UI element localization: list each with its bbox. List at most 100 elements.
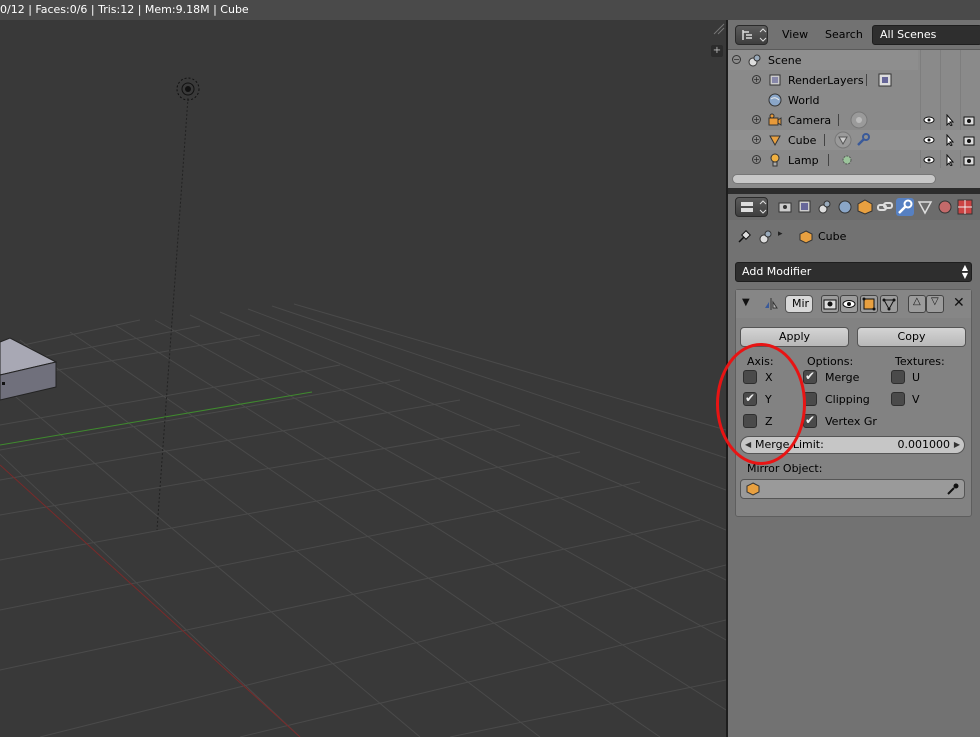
texture-v-checkbox[interactable] (891, 392, 905, 406)
tab-render[interactable] (776, 198, 794, 216)
outliner-row-lamp[interactable]: + Lamp (728, 150, 980, 170)
camera-data-icon[interactable] (850, 111, 868, 129)
area-split-handle-icon[interactable] (712, 22, 726, 36)
tab-object[interactable] (856, 198, 874, 216)
outliner-row-renderlayers[interactable]: + RenderLayers (728, 70, 980, 90)
select-cursor-icon[interactable] (944, 154, 956, 166)
texture-v-label: V (912, 393, 920, 406)
render-camera-icon[interactable] (963, 114, 975, 126)
y-axis-line (0, 391, 313, 446)
close-icon[interactable]: ✕ (953, 295, 965, 311)
3d-viewport[interactable]: + (0, 20, 726, 737)
display-mode-select[interactable]: All Scenes (872, 25, 980, 45)
wrench-modifier-icon[interactable] (856, 133, 870, 147)
expand-icon[interactable]: + (752, 155, 761, 164)
pin-icon[interactable] (736, 229, 752, 245)
outliner-icon (742, 28, 767, 42)
properties-editor: ▸ Cube Add Modifier ▲ ▼ ▼ Mir △ ▽ ✕ Apply (728, 194, 980, 737)
mesh-data-icon[interactable] (834, 131, 852, 149)
editor-type-button[interactable] (735, 25, 768, 45)
merge-label: Merge (825, 371, 860, 384)
arrow-down-icon: ▽ (931, 296, 939, 307)
tab-scene[interactable] (816, 198, 834, 216)
constraints-tab-icon (877, 202, 893, 211)
add-modifier-dropdown[interactable]: Add Modifier ▲ ▼ (735, 262, 972, 282)
world-icon (768, 93, 782, 107)
tab-world[interactable] (836, 198, 854, 216)
render-camera-icon[interactable] (963, 154, 975, 166)
arrow-up-icon: △ (913, 296, 921, 307)
outliner: View Search All Scenes − Scene + RenderL… (728, 20, 980, 188)
eyedropper-icon[interactable] (946, 482, 960, 496)
scene-icon (759, 230, 772, 244)
mirror-object-field[interactable] (740, 479, 965, 499)
render-layer-icon[interactable] (878, 73, 892, 87)
textures-heading: Textures: (895, 355, 945, 368)
tab-render-layers[interactable] (796, 198, 814, 216)
lamp-icon (176, 77, 200, 101)
lamp-object-icon (770, 153, 780, 167)
render-camera-icon[interactable] (963, 134, 975, 146)
visibility-eye-icon[interactable] (923, 134, 935, 146)
object-icon (799, 230, 813, 244)
outliner-row-world[interactable]: World (728, 90, 980, 110)
breadcrumb: ▸ Cube (728, 226, 980, 248)
viewport-expand-icon[interactable]: + (711, 45, 723, 57)
tab-texture[interactable] (956, 198, 974, 216)
cage-toggle[interactable] (880, 295, 898, 313)
expand-icon[interactable]: + (752, 135, 761, 144)
search-menu[interactable]: Search (825, 28, 863, 41)
properties-icon (741, 200, 767, 214)
outliner-label: Scene (768, 54, 802, 67)
move-down-button[interactable]: ▽ (926, 295, 944, 313)
breadcrumb-object: Cube (818, 230, 847, 243)
view-menu[interactable]: View (782, 28, 808, 41)
collapse-triangle-icon[interactable]: ▼ (742, 297, 750, 308)
floor-grid (0, 303, 726, 737)
add-modifier-label: Add Modifier (742, 265, 812, 278)
outliner-row-cube[interactable]: + Cube (728, 130, 980, 150)
modifier-name-field[interactable]: Mir (785, 295, 813, 313)
increment-arrow-icon[interactable]: ▶ (954, 437, 960, 453)
lamp-data-icon[interactable] (840, 153, 854, 167)
viewport-grid (0, 77, 726, 737)
scene-icon (748, 54, 761, 67)
editor-type-button[interactable] (735, 197, 768, 217)
mesh-object-icon (769, 135, 781, 147)
tab-modifiers[interactable] (896, 198, 914, 216)
select-cursor-icon[interactable] (944, 134, 956, 146)
editmode-toggle[interactable] (860, 295, 878, 313)
wrench-tab-icon (898, 199, 913, 214)
editmode-icon (862, 297, 876, 311)
expand-icon[interactable]: + (752, 75, 761, 84)
outliner-row-scene[interactable]: − Scene (728, 50, 918, 70)
outliner-label: Lamp (788, 154, 819, 167)
move-up-button[interactable]: △ (908, 295, 926, 313)
vertex-cage-icon (882, 298, 896, 311)
visibility-eye-icon[interactable] (923, 114, 935, 126)
mesh-data-tab-icon (917, 201, 933, 215)
modifier-header: ▼ Mir △ ▽ ✕ (736, 290, 971, 318)
outliner-label: World (788, 94, 820, 107)
object-tab-icon (857, 199, 873, 215)
scene-tab-icon (818, 200, 831, 214)
clipping-label: Clipping (825, 393, 870, 406)
mirror-modifier-icon (765, 298, 778, 310)
render-toggle[interactable] (821, 295, 839, 313)
expand-icon[interactable]: + (752, 115, 761, 124)
tab-data[interactable] (916, 198, 934, 216)
visibility-eye-icon[interactable] (923, 154, 935, 166)
tab-constraints[interactable] (876, 198, 894, 216)
viewport-toggle[interactable] (840, 295, 858, 313)
material-tab-icon (938, 200, 952, 214)
outliner-scrollbar[interactable] (732, 174, 936, 184)
breadcrumb-arrow-icon: ▸ (778, 229, 783, 239)
merge-checkbox[interactable] (803, 369, 817, 384)
copy-button[interactable]: Copy (857, 327, 966, 347)
collapse-icon[interactable]: − (732, 55, 741, 64)
select-cursor-icon[interactable] (944, 114, 956, 126)
tab-material[interactable] (936, 198, 954, 216)
texture-u-checkbox[interactable] (891, 370, 905, 384)
texture-u-label: U (912, 371, 921, 384)
outliner-row-camera[interactable]: + Camera (728, 110, 980, 130)
